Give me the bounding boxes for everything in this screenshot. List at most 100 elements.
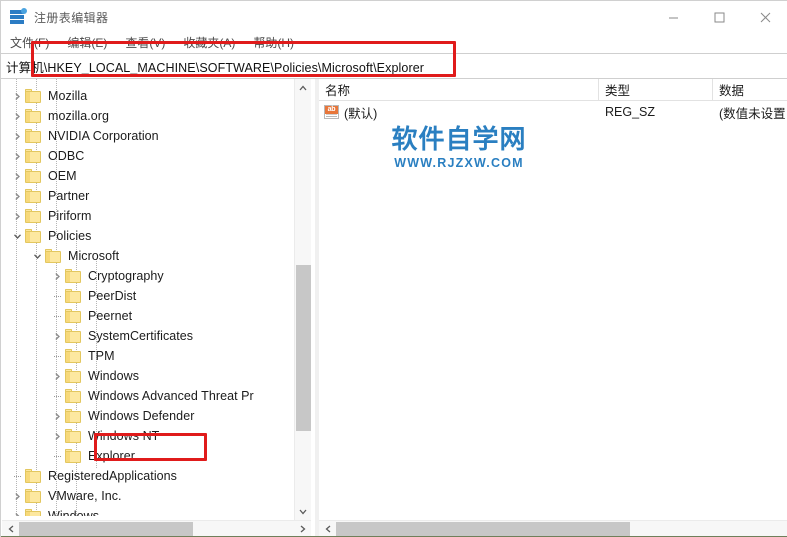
folder-icon [65,289,82,303]
tree-item-label: Cryptography [88,269,164,283]
scroll-down-icon[interactable] [295,503,311,520]
tree-item-windows-nt[interactable]: Windows NT [49,426,159,446]
tree-item-systemcertificates[interactable]: SystemCertificates [49,326,193,346]
column-header-data[interactable]: 数据 [713,79,787,101]
chevron-right-icon[interactable] [9,506,25,516]
tree-item-partner[interactable]: Partner [9,186,89,206]
scroll-left-icon[interactable] [2,521,19,537]
menu-favorites[interactable]: 收藏夹(A) [174,33,244,53]
tree-hscroll-thumb[interactable] [19,522,193,537]
tree-item-label: Partner [48,189,90,203]
tree-item-peerdist[interactable]: PeerDist [49,286,136,306]
tree-item-label: Piriform [48,209,92,223]
tree-item-tpm[interactable]: TPM [49,346,115,366]
scroll-right-icon[interactable] [294,521,311,537]
chevron-right-icon[interactable] [49,266,65,286]
tree-vertical-scrollbar[interactable] [294,79,311,520]
folder-icon [25,169,42,183]
tree-item-label: SystemCertificates [88,329,194,343]
folder-icon [65,309,82,323]
chevron-down-icon[interactable] [29,246,45,266]
tree-item-odbc[interactable]: ODBC [9,146,84,166]
tree-item-explorer[interactable]: Explorer [49,446,135,466]
chevron-right-icon[interactable] [49,406,65,426]
chevron-right-icon[interactable] [9,206,25,226]
tree-item-piriform[interactable]: Piriform [9,206,91,226]
values-horizontal-scrollbar[interactable] [319,520,787,537]
chevron-right-icon[interactable] [9,486,25,506]
menu-help[interactable]: 帮助(H) [244,33,303,53]
tree-item-microsoft[interactable]: Microsoft [29,246,119,266]
tree-horizontal-scrollbar[interactable] [2,520,311,537]
folder-icon [45,249,62,263]
column-header-name[interactable]: 名称 [319,78,599,101]
tree-item-label: PeerDist [88,289,137,303]
tree-item-mozilla-org[interactable]: mozilla.org [9,106,109,126]
tree-item-windows[interactable]: Windows [49,366,139,386]
tree-item-windows-advanced-threat-pr[interactable]: Windows Advanced Threat Pr [49,386,254,406]
address-bar[interactable]: 计算机\HKEY_LOCAL_MACHINE\SOFTWARE\Policies… [1,53,787,79]
folder-icon [65,269,82,283]
folder-icon [25,209,42,223]
tree-leaf-connector-icon [49,446,65,466]
value-name: (默认) [344,106,378,121]
folder-icon [25,129,42,143]
maximize-button[interactable] [696,1,742,33]
value-data: (数值未设置 [719,106,786,121]
chevron-right-icon[interactable] [9,86,25,106]
tree-item-label: Windows Defender [88,409,195,423]
tree-item-label: Windows [48,509,100,516]
registry-editor-window: 注册表编辑器 文件(F) 编辑(E) 查看(V) 收藏夹(A) 帮助(H) 计算… [0,0,787,537]
tree-item-label: Peernet [88,309,133,323]
tree-item-cryptography[interactable]: Cryptography [49,266,164,286]
chevron-right-icon[interactable] [9,166,25,186]
chevron-right-icon[interactable] [9,146,25,166]
folder-icon [25,489,42,503]
column-header-type[interactable]: 类型 [599,78,713,101]
folder-icon [25,149,42,163]
values-hscroll-thumb[interactable] [336,522,630,537]
tree-item-vmware-inc[interactable]: VMware, Inc. [9,486,122,506]
menu-edit[interactable]: 编辑(E) [58,33,116,53]
registry-editor-icon [10,8,27,25]
value-type: REG_SZ [605,105,656,119]
string-value-icon-text: ab [325,106,338,114]
table-row[interactable]: ab (默认) REG_SZ (数值未设置 [319,101,787,123]
scroll-up-icon[interactable] [295,79,311,96]
close-button[interactable] [742,1,787,33]
scroll-left-icon[interactable] [319,521,336,537]
tree-leaf-connector-icon [49,346,65,366]
menu-file[interactable]: 文件(F) [1,33,58,53]
chevron-right-icon[interactable] [9,106,25,126]
folder-icon [25,509,42,516]
tree-item-nvidia-corporation[interactable]: NVIDIA Corporation [9,126,159,146]
chevron-right-icon[interactable] [49,426,65,446]
tree-item-windows[interactable]: Windows [9,506,99,516]
folder-icon [65,329,82,343]
registry-tree[interactable]: Mozilla mozilla.org NVIDIA Corporation ODBC… [2,79,294,516]
tree-item-mozilla[interactable]: Mozilla [9,86,87,106]
chevron-right-icon[interactable] [49,326,65,346]
registry-values-pane[interactable]: 名称 类型 数据 ab (默认) REG_SZ (数值未设置 软件自学网 WWW… [319,78,787,537]
folder-icon [65,389,82,403]
chevron-right-icon[interactable] [9,186,25,206]
tree-item-oem[interactable]: OEM [9,166,77,186]
folder-icon [65,409,82,423]
tree-leaf-connector-icon [9,466,25,486]
address-input[interactable]: 计算机\HKEY_LOCAL_MACHINE\SOFTWARE\Policies… [1,57,424,76]
registry-tree-pane[interactable]: Mozilla mozilla.org NVIDIA Corporation ODBC… [2,79,315,537]
tree-item-label: Windows NT [88,429,160,443]
chevron-right-icon[interactable] [49,366,65,386]
tree-item-policies[interactable]: Policies [9,226,91,246]
watermark-chinese: 软件自学网 [391,125,527,155]
tree-item-peernet[interactable]: Peernet [49,306,132,326]
menu-view[interactable]: 查看(V) [116,33,174,53]
tree-item-registeredapplications[interactable]: RegisteredApplications [9,466,177,486]
tree-item-label: VMware, Inc. [48,489,122,503]
minimize-button[interactable] [650,1,696,33]
tree-scroll-thumb[interactable] [296,265,311,431]
tree-item-windows-defender[interactable]: Windows Defender [49,406,194,426]
tree-item-label: Windows Advanced Threat Pr [88,389,254,403]
chevron-down-icon[interactable] [9,226,25,246]
chevron-right-icon[interactable] [9,126,25,146]
